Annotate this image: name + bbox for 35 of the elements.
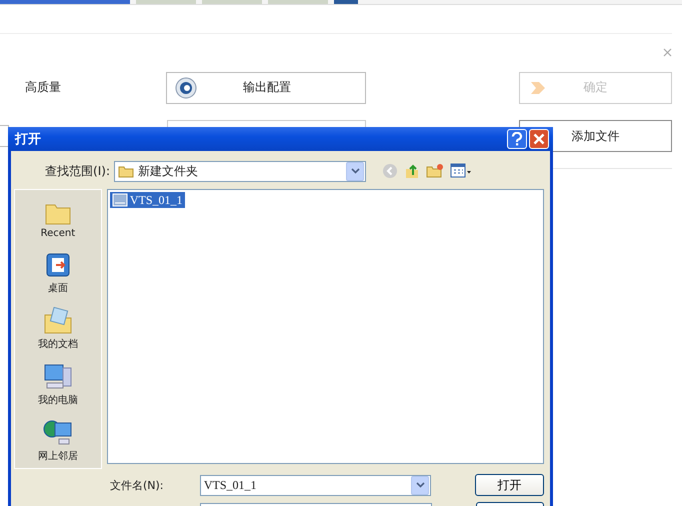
- close-icon[interactable]: [663, 48, 672, 57]
- places-bar-item[interactable]: 我的电脑: [38, 363, 78, 407]
- output-settings-button[interactable]: 输出配置: [166, 72, 366, 104]
- desktop-icon: [44, 251, 72, 279]
- view-menu-icon[interactable]: [450, 163, 472, 179]
- place-label: Recent: [40, 228, 76, 239]
- look-in-label: 查找范围(I):: [44, 162, 111, 180]
- quality-label: 高质量: [24, 79, 62, 96]
- close-icon: [533, 133, 545, 145]
- back-icon[interactable]: [382, 163, 398, 179]
- file-item[interactable]: VTS_01_1: [110, 192, 184, 208]
- open-button[interactable]: 打开: [475, 474, 544, 496]
- places-bar-item[interactable]: 我的文档: [38, 307, 78, 351]
- computer-icon: [42, 363, 73, 391]
- new-folder-icon[interactable]: [426, 163, 444, 179]
- folder-icon: [118, 164, 134, 178]
- help-button[interactable]: [507, 129, 527, 149]
- place-label: 桌面: [48, 282, 68, 295]
- place-label: 我的电脑: [38, 394, 78, 407]
- look-in-dropdown[interactable]: 新建文件夹: [114, 160, 366, 182]
- places-bar-item[interactable]: 桌面: [44, 251, 72, 295]
- up-folder-icon[interactable]: [404, 163, 420, 179]
- disc-icon: [175, 76, 197, 98]
- help-icon: [511, 132, 523, 146]
- video-file-icon: [112, 192, 128, 208]
- network-icon: [42, 419, 73, 447]
- document-folder-icon: [42, 307, 73, 335]
- close-button[interactable]: [529, 129, 549, 149]
- file-name-field[interactable]: VTS_01_1: [200, 474, 432, 496]
- place-label: 我的文档: [38, 338, 78, 351]
- window-title: 打开: [15, 131, 42, 148]
- place-label: 网上邻居: [38, 450, 78, 463]
- places-bar-item[interactable]: 网上邻居: [38, 419, 78, 463]
- places-bar-item[interactable]: Recent: [40, 200, 76, 239]
- file-name-label: 文件名(N):: [109, 478, 165, 492]
